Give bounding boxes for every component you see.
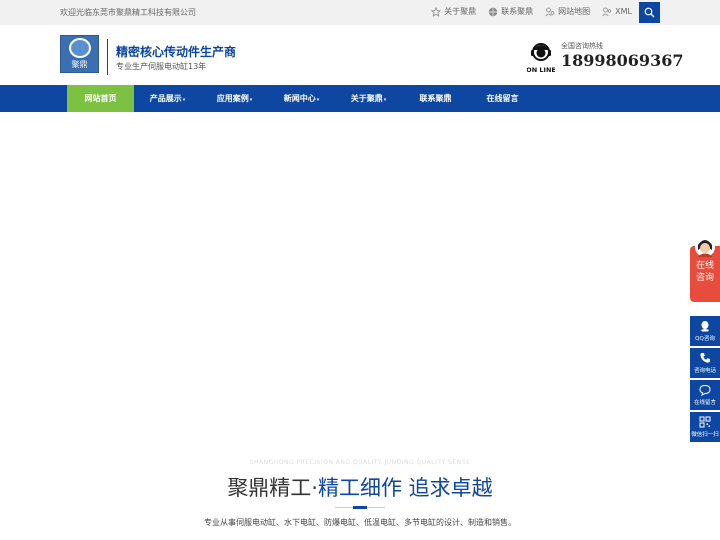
globe-icon xyxy=(488,7,498,16)
consult-label-line2: 咨询 xyxy=(695,273,714,283)
rss-icon xyxy=(602,7,612,16)
section-title-part1: 聚鼎精工· xyxy=(227,476,318,500)
top-link-about[interactable]: 关于聚鼎 xyxy=(431,6,476,17)
online-badge-text: ON LINE xyxy=(527,66,555,74)
top-link-contact[interactable]: 联系聚鼎 xyxy=(488,6,533,17)
section-title-part2: 精工细作 追求卓越 xyxy=(318,476,493,500)
nav-label: 网站首页 xyxy=(84,94,117,103)
side-tool-label: 在线留言 xyxy=(693,400,716,406)
section-divider xyxy=(335,506,385,509)
chevron-down-icon: ▾ xyxy=(383,97,387,103)
side-tool-label: 微信扫一扫 xyxy=(691,432,719,438)
qrcode-icon xyxy=(699,416,711,428)
section-description: 专业从事伺服电动缸、水下电缸、防爆电缸、低温电缸、多节电缸的设计、制造和销售。 xyxy=(204,518,516,527)
header-divider xyxy=(107,39,108,75)
nav-item-about[interactable]: 关于聚鼎▾ xyxy=(335,85,402,112)
nav-item-contact[interactable]: 联系聚鼎 xyxy=(402,85,469,112)
chevron-down-icon: ▾ xyxy=(182,97,186,103)
online-consult-float[interactable]: 在线 咨询 xyxy=(690,237,720,302)
nav-label: 联系聚鼎 xyxy=(419,94,452,103)
nav-item-products[interactable]: 产品展示▾ xyxy=(134,85,201,112)
side-tool-message[interactable]: 在线留言 xyxy=(690,380,720,410)
header-slogan-sub: 专业生产伺服电动缸13年 xyxy=(116,62,207,71)
top-link-label: 关于聚鼎 xyxy=(444,7,477,16)
search-button[interactable] xyxy=(639,2,660,23)
nav-item-news[interactable]: 新闻中心▾ xyxy=(268,85,335,112)
top-link-label: 网站地图 xyxy=(558,7,591,16)
header-slogan-main: 精密核心传动件生产商 xyxy=(116,45,237,59)
message-icon xyxy=(699,384,711,396)
side-tool-wechat[interactable]: 微信扫一扫 xyxy=(690,412,720,442)
hotline-number[interactable]: 18998069367 xyxy=(561,51,683,70)
side-tool-label: QQ咨询 xyxy=(695,336,715,342)
qq-icon xyxy=(701,321,709,332)
phone-icon xyxy=(700,353,710,363)
nav-label: 关于聚鼎 xyxy=(350,94,383,103)
nav-item-message[interactable]: 在线留言 xyxy=(469,85,536,112)
side-tool-label: 咨询电话 xyxy=(693,368,716,374)
search-icon xyxy=(644,7,655,18)
section-english-title: SHANGHONG PRECISION AND QUALITY JUNDING … xyxy=(249,459,471,466)
chevron-down-icon: ▾ xyxy=(316,97,320,103)
service-agent-icon xyxy=(695,237,715,257)
top-link-label: XML xyxy=(615,7,632,16)
hotline-label: 全国咨询热线 xyxy=(561,42,603,50)
chevron-down-icon: ▾ xyxy=(249,97,253,103)
top-link-label: 联系聚鼎 xyxy=(501,7,534,16)
main-nav: 网站首页 产品展示▾ 应用案例▾ 新闻中心▾ 关于聚鼎▾ 联系聚鼎 在线留言 xyxy=(0,85,720,112)
top-link-sitemap[interactable]: 网站地图 xyxy=(545,6,590,17)
nav-item-home[interactable]: 网站首页 xyxy=(67,85,134,112)
logo-emblem-icon xyxy=(68,38,91,58)
top-link-xml[interactable]: XML xyxy=(602,6,632,17)
side-toolbar: QQ咨询 咨询电话 在线留言 微信扫一扫 xyxy=(690,316,720,444)
logo[interactable]: 聚鼎 xyxy=(60,35,99,73)
online-service-icon: ON LINE xyxy=(527,43,555,74)
nav-label: 在线留言 xyxy=(486,94,519,103)
star-icon xyxy=(431,6,442,17)
logo-text: 聚鼎 xyxy=(71,60,88,69)
nav-label: 产品展示 xyxy=(149,94,182,103)
section-title: 聚鼎精工·精工细作 追求卓越 xyxy=(0,472,720,502)
welcome-text: 欢迎光临东莞市聚鼎精工科技有限公司 xyxy=(60,8,196,17)
top-links: 关于聚鼎 联系聚鼎 网站地图 XML xyxy=(431,6,632,17)
side-tool-phone[interactable]: 咨询电话 xyxy=(690,348,720,378)
nav-item-cases[interactable]: 应用案例▾ xyxy=(201,85,268,112)
site-header: 聚鼎 精密核心传动件生产商 专业生产伺服电动缸13年 ON LINE 全国咨询热… xyxy=(0,25,720,85)
side-tool-qq[interactable]: QQ咨询 xyxy=(690,316,720,346)
nav-label: 应用案例 xyxy=(216,94,249,103)
top-bar: 欢迎光临东莞市聚鼎精工科技有限公司 关于聚鼎 联系聚鼎 网站地图 XML xyxy=(0,0,720,25)
nav-label: 新闻中心 xyxy=(283,94,316,103)
sitemap-icon xyxy=(545,7,555,16)
consult-label-line1: 在线 xyxy=(695,261,714,271)
